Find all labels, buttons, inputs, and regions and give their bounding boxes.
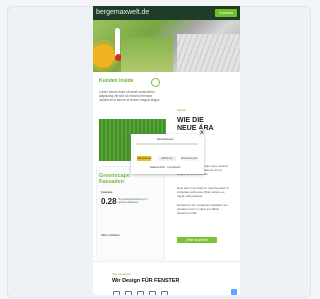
hero-image [93,20,240,72]
footer-icons [113,291,168,295]
promo-title: Greenscape Fassaden [99,173,130,185]
settings-button[interactable]: Einstellungen [181,156,198,161]
modal-footer-links[interactable]: Datenschutz · Impressum [150,166,181,169]
promo-link[interactable]: Mehr erfahren [101,233,120,237]
cta-button[interactable]: Jetzt ansehen [177,237,217,243]
site-brand[interactable]: bergemaxwelt.de [96,9,149,16]
field-image [121,37,173,72]
section-label: Saison [177,108,187,112]
badge-icon [231,289,237,295]
promo-small-text: Temperaturreduzierung in urbanen Räumen. [118,198,148,204]
decline-button[interactable]: Ablehnen [158,156,176,161]
footer-icon-3 [137,291,144,295]
thermometer-icon [115,28,120,58]
promo-caption: Fassade [101,190,113,194]
divider [93,261,240,262]
footer-eyebrow: Ihre Lösungen [112,272,132,276]
footer-headline: Wir Design FÜR FENSTER [112,278,180,284]
sun-icon [93,44,115,68]
modal-title: Einstellungen [157,137,174,141]
cookie-modal: Einstellungen Akzeptieren Ablehnen Einst… [131,134,204,174]
footer-icon-5 [161,291,168,295]
contact-button[interactable]: Kontakt [215,9,237,17]
roof-image [177,34,240,72]
accept-button[interactable]: Akzeptieren [137,156,152,161]
hero-title: Kunden inside [99,78,134,84]
site-header: bergemaxwelt.de Kontakt [93,6,240,20]
hero-text: Lorem ipsum dolor sit amet consectetur a… [99,90,160,102]
modal-progress [136,143,198,145]
paragraph-3: Excepteur sint occaecat cupidatat non pr… [177,203,228,215]
footer-icon-4 [149,291,156,295]
info-icon [151,78,160,87]
paragraph-2: Duis aute irure dolor in reprehenderit i… [177,186,230,198]
close-icon[interactable]: × [198,129,206,137]
promo-number: 0.28 [101,197,117,206]
footer-icon-1 [113,291,120,295]
footer-icon-2 [125,291,132,295]
